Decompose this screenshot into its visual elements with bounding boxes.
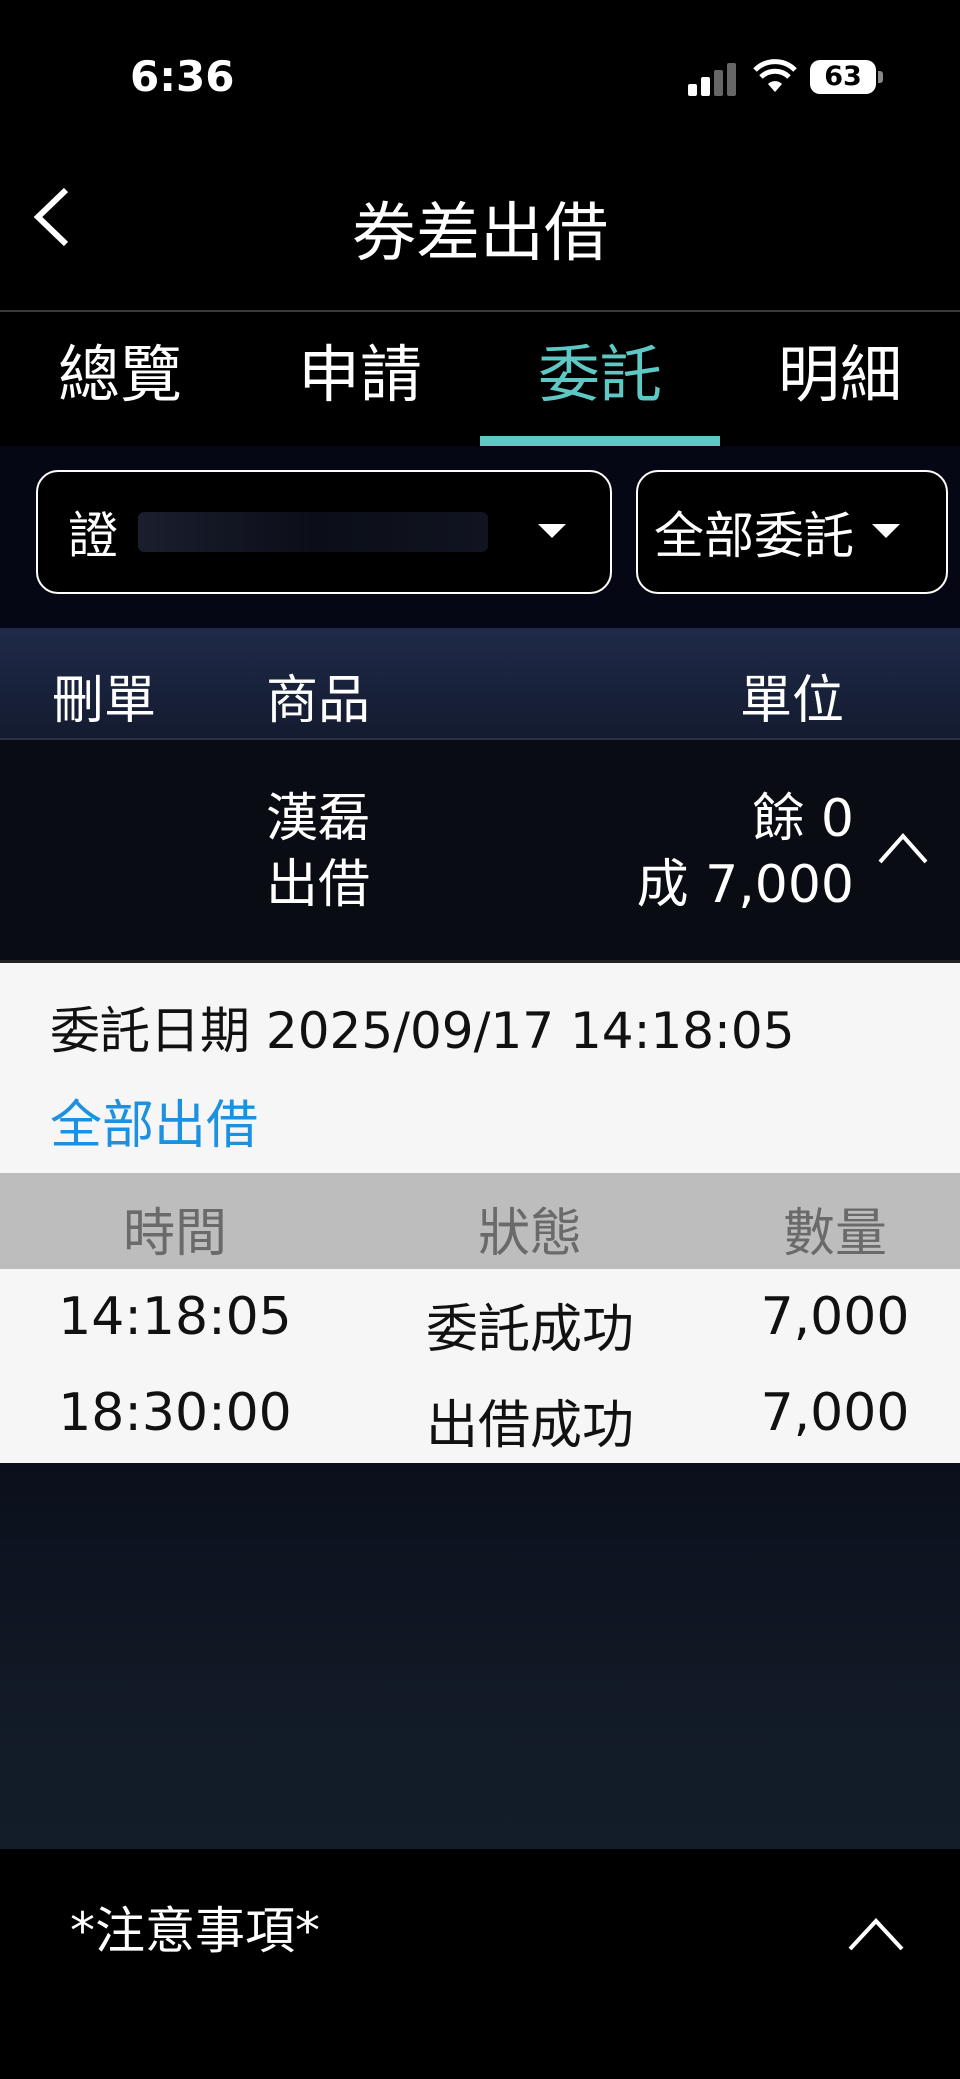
page-title: 券差出借: [352, 197, 608, 271]
collapse-chevron-up-icon[interactable]: [876, 830, 930, 866]
chevron-down-icon: [872, 524, 900, 538]
expand-chevron-up-icon[interactable]: [846, 1915, 906, 1953]
wifi-icon: [753, 59, 797, 92]
unit-cell: 餘 0 成 7,000: [637, 786, 854, 918]
order-date: 委託日期 2025/09/17 14:18:05: [50, 1002, 795, 1060]
order-detail: 委託日期 2025/09/17 14:18:05 全部出借: [0, 963, 960, 1173]
chevron-down-icon: [538, 524, 566, 538]
notes-footer[interactable]: *注意事項*: [0, 1849, 960, 2079]
product-cell: 漢磊 出借: [266, 786, 370, 918]
tab-bar: 總覽 申請 委託 明細: [0, 312, 960, 446]
row-time: 18:30:00: [58, 1383, 292, 1443]
account-label: 證: [68, 507, 118, 565]
status-time: 6:36: [130, 52, 235, 101]
row-status: 委託成功: [425, 1300, 634, 1360]
detail-table-body: 14:18:05 委託成功 7,000 18:30:00 出借成功 7,000: [0, 1269, 960, 1463]
tab-overview[interactable]: 總覽: [0, 312, 240, 446]
cellular-signal-icon: [688, 62, 736, 96]
row-status: 出借成功: [425, 1396, 634, 1456]
account-number-redacted: [138, 512, 488, 552]
column-time: 時間: [122, 1204, 227, 1264]
order-type-select[interactable]: 全部委託: [636, 470, 948, 594]
filled-qty: 成 7,000: [636, 855, 854, 915]
order-action: 出借: [266, 855, 371, 915]
row-time: 14:18:05: [58, 1287, 292, 1347]
account-select[interactable]: 證: [36, 470, 612, 594]
table-header: 刪單 商品 單位: [0, 628, 960, 740]
row-quantity: 7,000: [760, 1287, 910, 1347]
detail-table-header: 時間 狀態 數量: [0, 1173, 960, 1269]
order-row[interactable]: 漢磊 出借 餘 0 成 7,000: [0, 740, 960, 963]
background-area: [0, 1463, 960, 1849]
column-status: 狀態: [477, 1204, 582, 1264]
column-unit: 單位: [740, 671, 845, 731]
lend-all-link[interactable]: 全部出借: [50, 1083, 258, 1158]
remaining-qty: 餘 0: [752, 789, 854, 849]
product-name: 漢磊: [266, 789, 371, 849]
notes-label: *注意事項*: [70, 1902, 320, 1960]
tab-apply[interactable]: 申請: [240, 312, 480, 446]
column-delete: 刪單: [52, 671, 157, 731]
tab-orders[interactable]: 委託: [480, 312, 720, 446]
order-type-label: 全部委託: [654, 507, 854, 565]
column-quantity: 數量: [782, 1204, 887, 1264]
battery-cap: [878, 71, 883, 83]
battery-icon: 63: [810, 60, 876, 94]
row-quantity: 7,000: [760, 1383, 910, 1443]
tab-details[interactable]: 明細: [720, 312, 960, 446]
column-product: 商品: [266, 671, 371, 731]
